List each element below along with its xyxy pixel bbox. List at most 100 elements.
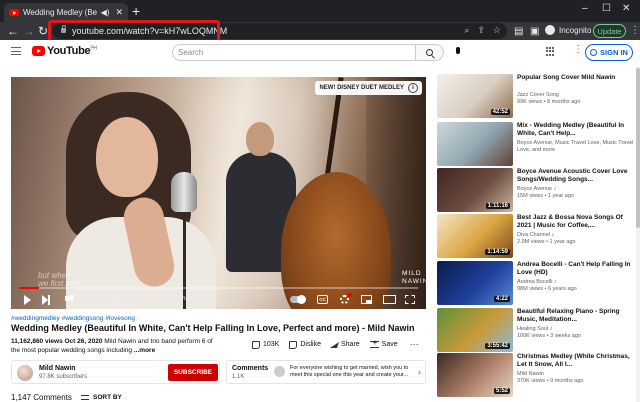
volume-icon[interactable] <box>65 294 73 302</box>
video-actions: 103K Dislike Share Save ⋯ <box>252 338 419 350</box>
recommendation-title[interactable]: Popular Song Cover Mild Nawin <box>517 74 637 82</box>
like-count: 103K <box>263 341 280 348</box>
dislike-label: Dislike <box>300 341 321 348</box>
close-window-button[interactable]: ✕ <box>622 3 630 14</box>
youtube-favicon-icon <box>9 9 19 16</box>
recommendation-thumbnail[interactable]: 42:52 <box>437 74 513 118</box>
recommendation-thumbnail[interactable]: 5:52 <box>437 353 513 397</box>
update-button[interactable]: Update <box>593 24 626 38</box>
promo-label[interactable]: NEW! DISNEY DUET MEDLEY i <box>315 81 422 95</box>
progress-fill <box>19 287 39 289</box>
recommendation-item[interactable]: 1:14:59 Best Jazz & Bossa Nova Songs Of 2… <box>437 214 637 262</box>
subscribe-button[interactable]: SUBSCRIBE <box>168 364 218 381</box>
minimize-window-button[interactable]: – <box>582 3 588 14</box>
video-description[interactable]: the most popular wedding songs including… <box>11 347 155 354</box>
progress-bar[interactable] <box>19 287 418 289</box>
sort-by-button[interactable]: SORT BY <box>81 394 122 401</box>
video-caption: but when we first met <box>38 271 79 288</box>
fullscreen-icon[interactable] <box>405 295 415 304</box>
share-button[interactable]: Share <box>329 341 360 348</box>
recommendation-title[interactable]: Mix - Wedding Medley (Beautiful In White… <box>517 122 637 138</box>
like-button[interactable]: 103K <box>252 340 280 349</box>
search-button[interactable] <box>416 44 444 61</box>
scrollbar-thumb[interactable] <box>636 68 640 228</box>
maximize-window-button[interactable]: ☐ <box>602 3 611 14</box>
recommendation-item[interactable]: 1:11:16 Boyce Avenue Acoustic Cover Love … <box>437 168 637 216</box>
sort-icon <box>81 395 89 400</box>
recommendation-channel[interactable]: Andrea Bocelli ♪ <box>517 279 635 286</box>
recommendation-item[interactable]: 4:22 Andrea Bocelli - Can't Help Falling … <box>437 261 637 309</box>
forward-button[interactable]: → <box>23 24 35 38</box>
sign-in-button[interactable]: SIGN IN <box>585 44 633 61</box>
channel-name[interactable]: Mild Nawin <box>39 365 76 372</box>
theater-mode-icon[interactable] <box>383 295 396 304</box>
recommendation-views: 15M views • 1 year ago <box>517 193 574 199</box>
autoplay-toggle[interactable] <box>290 295 306 304</box>
close-tab-icon[interactable]: ✕ <box>115 7 123 18</box>
recommendation-thumbnail[interactable]: 4:22 <box>437 261 513 305</box>
search-input[interactable]: Search <box>172 44 416 61</box>
recommendation-title[interactable]: Andrea Bocelli - Can't Help Falling In L… <box>517 261 637 277</box>
browser-menu-icon[interactable]: ⋮ <box>630 24 640 38</box>
extensions-icon[interactable]: ▤ <box>514 25 523 39</box>
new-tab-button[interactable]: + <box>132 4 140 18</box>
recommendation-channel[interactable]: Boyce Avenue ♪ <box>517 186 635 193</box>
recommendation-item[interactable]: Mix - Wedding Medley (Beautiful In White… <box>437 122 637 170</box>
recommendation-channel[interactable]: Mild Nawin <box>517 371 635 378</box>
more-actions-icon[interactable]: ⋯ <box>410 339 419 350</box>
next-icon[interactable] <box>42 295 50 305</box>
recommendation-views: 98M views • 6 years ago <box>517 286 577 292</box>
incognito-indicator[interactable]: Incognito <box>545 25 591 35</box>
back-button[interactable]: ← <box>7 24 19 38</box>
bookmark-star-icon[interactable]: ☆ <box>493 25 501 36</box>
recommendation-channel[interactable]: Jazz Cover Song <box>517 92 635 99</box>
play-icon[interactable] <box>24 295 31 305</box>
menu-icon[interactable] <box>11 47 21 55</box>
zoom-search-icon[interactable]: ⌕ <box>464 25 469 36</box>
recommendation-views: 2.9M views • 1 year ago <box>517 239 576 245</box>
recommendation-item[interactable]: 42:52 Popular Song Cover Mild Nawin Jazz C… <box>437 74 637 122</box>
comments-preview-card[interactable]: Comments 1.1K For everyone wishing to ge… <box>226 360 426 384</box>
recommendation-item[interactable]: 5:52 Christmas Medley (White Christmas, L… <box>437 353 637 401</box>
recommendation-thumbnail[interactable] <box>437 122 513 166</box>
voice-search-icon[interactable] <box>456 47 460 54</box>
recommendation-thumbnail[interactable]: 3:55:42 <box>437 308 513 352</box>
video-player[interactable]: NEW! DISNEY DUET MEDLEY i but when we fi… <box>11 77 426 309</box>
youtube-logo-text[interactable]: YouTubePH <box>47 45 97 57</box>
dislike-button[interactable]: Dislike <box>289 340 321 349</box>
side-panel-icon[interactable]: ▣ <box>530 25 539 39</box>
duration-badge: 5:52 <box>493 388 510 394</box>
settings-dots-icon[interactable]: ⋮ <box>573 45 583 55</box>
recommendation-channel[interactable]: Boyce Avenue, Music Travel Love, Music T… <box>517 140 635 154</box>
share-icon <box>329 341 340 348</box>
recommendation-title[interactable]: Best Jazz & Bossa Nova Songs Of 2021 | M… <box>517 214 637 230</box>
captions-icon[interactable]: CC <box>317 295 328 304</box>
duration-badge: 3:55:42 <box>485 343 510 349</box>
recommendation-title[interactable]: Christmas Medley (White Christmas, Let I… <box>517 353 637 369</box>
video-hashtags[interactable]: #weddingmedley #weddingsong #lovesong <box>11 315 135 322</box>
chevron-right-icon[interactable]: › <box>418 367 421 377</box>
miniplayer-icon[interactable] <box>361 295 372 304</box>
apps-grid-icon[interactable] <box>546 47 555 56</box>
reload-button[interactable]: ↻ <box>38 24 48 38</box>
more-link[interactable]: ...more <box>134 347 155 354</box>
chapter-title[interactable]: Beautiful In White - Shane Filan <box>121 295 212 302</box>
share-page-icon[interactable]: ⇪ <box>477 25 485 36</box>
recommendation-channel[interactable]: Diva Channel ♪ <box>517 232 635 239</box>
duration-badge: 4:22 <box>493 296 510 302</box>
recommendation-title[interactable]: Boyce Avenue Acoustic Cover Love Songs/W… <box>517 168 637 184</box>
duration-badge: 1:11:16 <box>485 203 510 209</box>
recommendation-item[interactable]: 3:55:42 Beautiful Relaxing Piano - Spring… <box>437 308 637 356</box>
recommendation-thumbnail[interactable]: 1:11:16 <box>437 168 513 212</box>
info-icon[interactable]: i <box>408 83 418 93</box>
recommendation-channel[interactable]: Healing Soul ♪ <box>517 326 635 333</box>
thumbs-up-icon <box>252 340 260 349</box>
channel-avatar[interactable] <box>17 365 33 381</box>
recommendation-thumbnail[interactable]: 1:14:59 <box>437 214 513 258</box>
recommendation-title[interactable]: Beautiful Relaxing Piano - Spring Music,… <box>517 308 637 324</box>
save-button[interactable]: Save <box>369 338 398 348</box>
speaker-icon[interactable]: ◀) <box>101 8 110 17</box>
youtube-logo-icon[interactable] <box>32 46 45 56</box>
singer-face <box>96 117 158 197</box>
duration-badge: 1:14:59 <box>485 249 510 255</box>
